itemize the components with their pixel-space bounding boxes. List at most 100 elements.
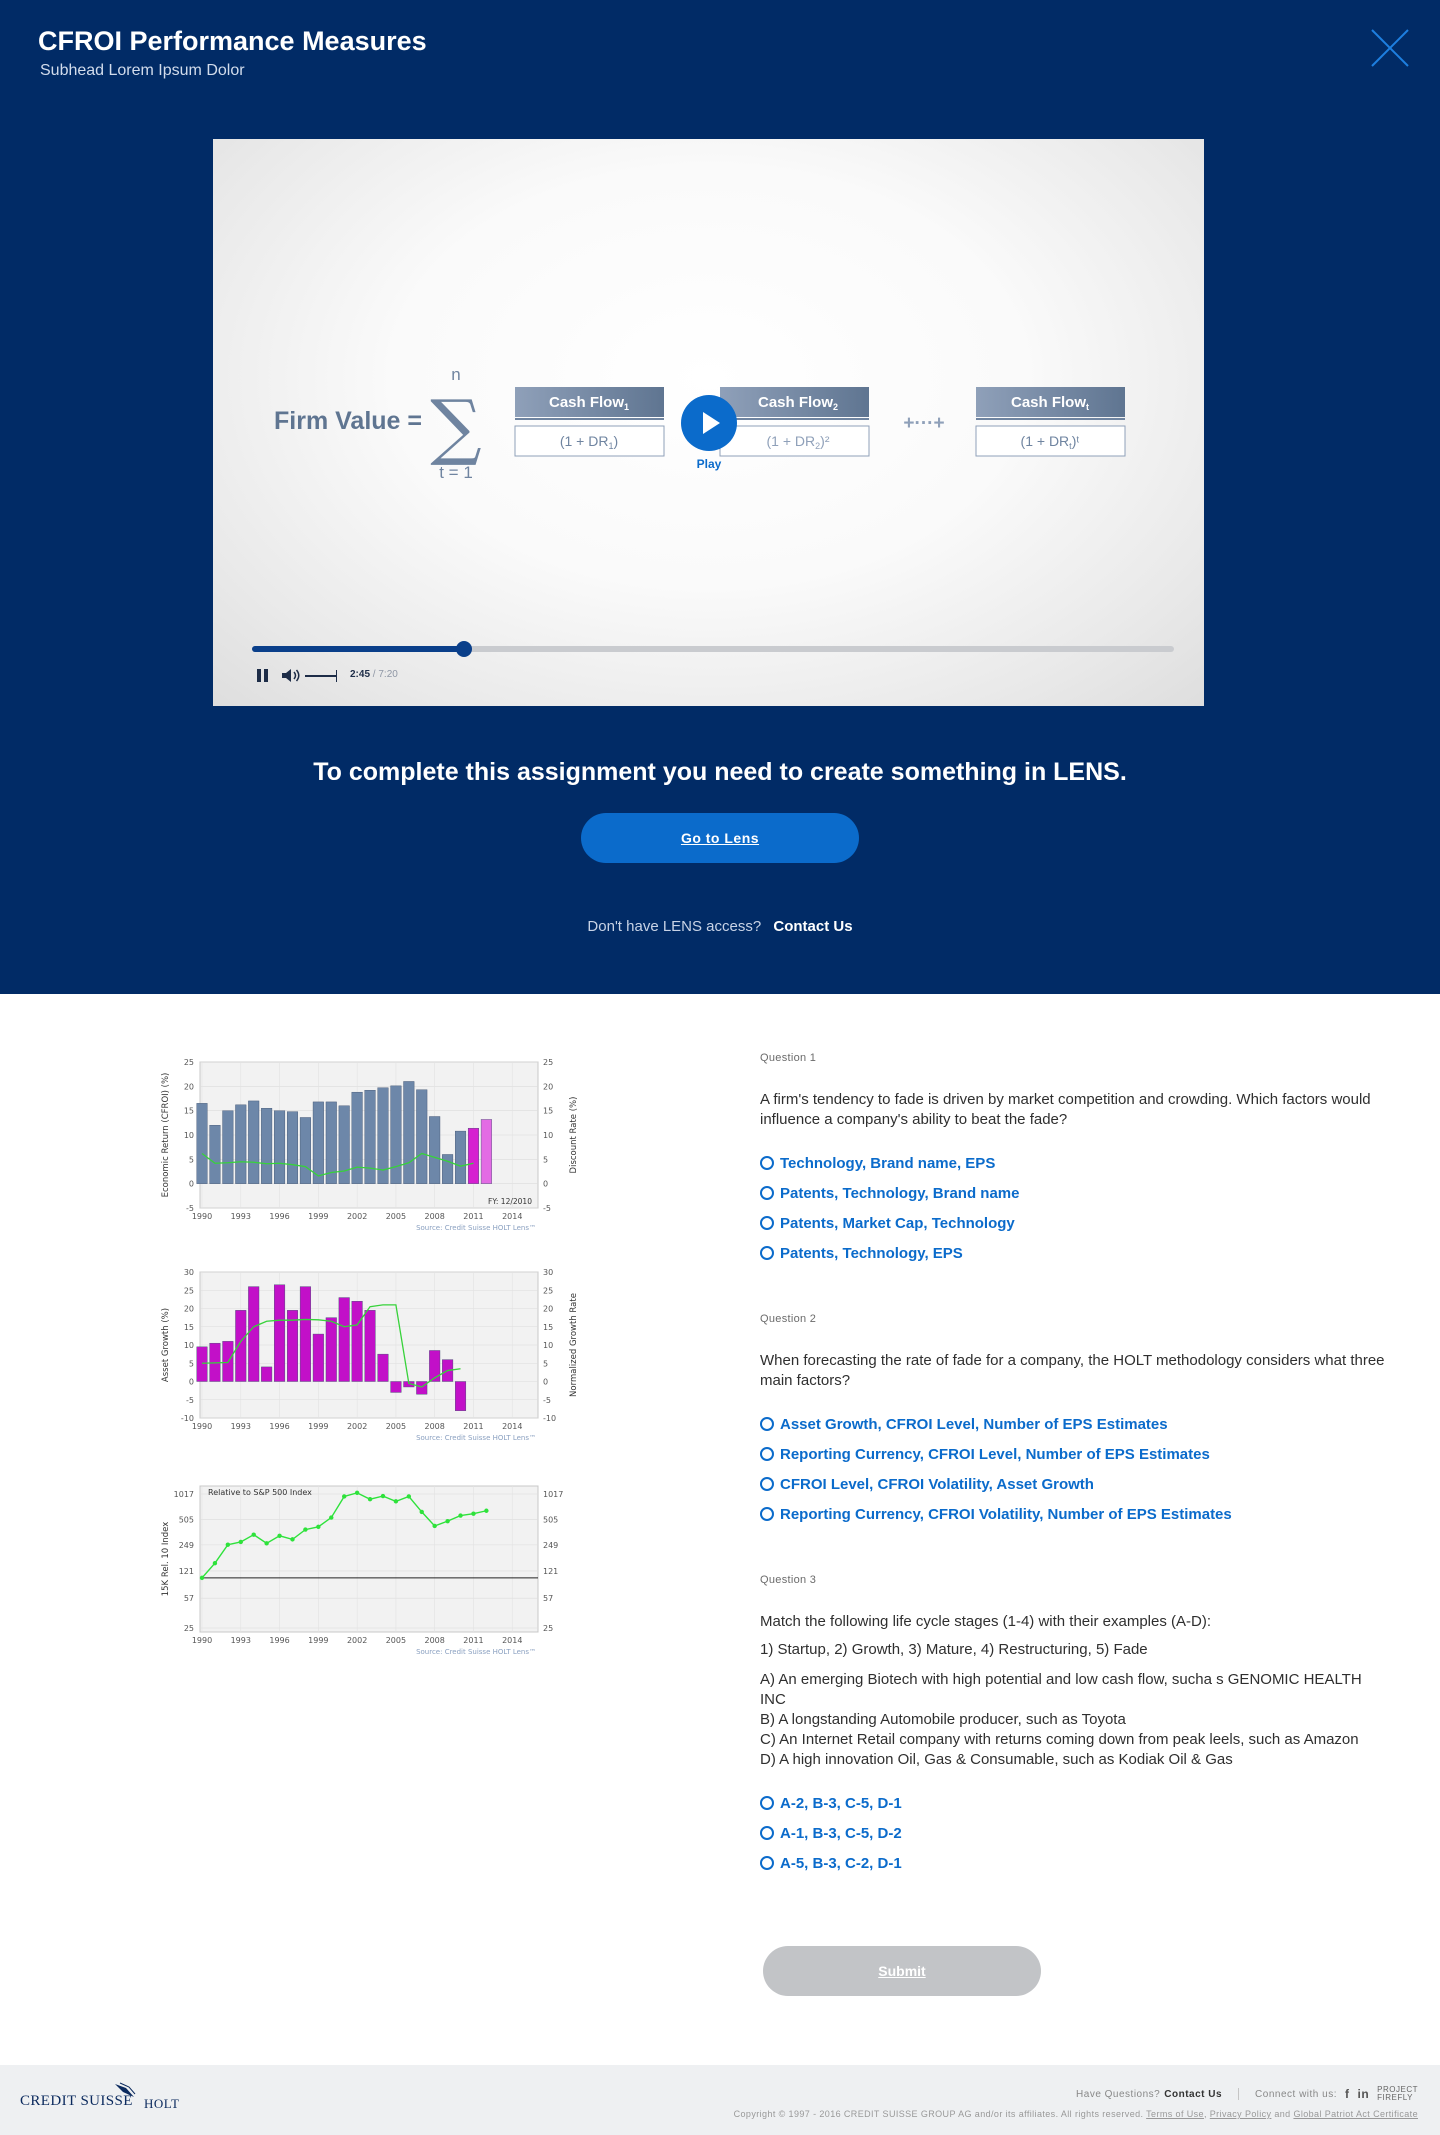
y-axis-label: 15K Rel. 10 Index [161,1522,171,1597]
y-tick-label: 10 [184,1341,194,1350]
progress-thumb[interactable] [456,641,473,657]
y2-tick-label: 15 [543,1323,553,1332]
bar [390,1381,402,1393]
bar [351,1301,363,1382]
submit-button[interactable]: Submit [763,1946,1041,1996]
cfroi-chart: 25 2520 2015 1510 105 50 0-5 -51990 1993 1996 1999… [161,1058,579,1232]
question-text: Match the following life cycle stages (1… [760,1612,1390,1770]
term3-numerator: Cash Flowt [1011,394,1089,412]
answer-option[interactable]: A-1, B-3, C-5, D-2 [760,1818,1390,1848]
radio-icon[interactable] [760,1856,774,1870]
y2-tick-label: 0 [543,1180,548,1189]
data-point [432,1523,437,1529]
question-2: Question 2 When forecasting the rate of … [760,1313,1390,1529]
question-3: Question 3 Match the following life cycl… [760,1574,1390,1878]
footer-divider [1238,2088,1240,2100]
x-tick-label: 1999 [308,1422,328,1431]
bar [403,1081,415,1184]
data-point [341,1494,347,1499]
question-label: Question 3 [760,1574,817,1586]
facebook-icon[interactable]: f [1345,2087,1350,2101]
video-progress-bar[interactable] [252,641,1174,657]
example-c: C) An Internet Retail company with retur… [760,1731,1359,1748]
x-tick-label: 2005 [386,1212,406,1221]
terms-link[interactable]: Terms of Use [1146,2109,1204,2119]
answer-option[interactable]: Technology, Brand name, EPS [760,1148,1390,1178]
answer-option[interactable]: Patents, Market Cap, Technology [760,1208,1390,1238]
y2-tick-label: 0 [543,1378,548,1387]
radio-icon[interactable] [760,1156,774,1170]
radio-icon[interactable] [760,1826,774,1840]
answer-option[interactable]: Reporting Currency, CFROI Volatility, Nu… [760,1499,1390,1529]
y-tick-label: 15 [184,1107,194,1116]
answer-option[interactable]: Patents, Technology, Brand name [760,1178,1390,1208]
close-icon[interactable] [1368,26,1412,70]
bar [416,1089,428,1184]
radio-icon[interactable] [760,1447,774,1461]
x-tick-label: 2011 [463,1422,483,1431]
page-subtitle: Subhead Lorem Ipsum Dolor [40,62,245,79]
data-point [290,1537,295,1542]
relative-index-chart: 1017 1017 505 505 249 249 121 121 57 57 25 25 1990 19… [161,1485,563,1656]
x-tick-label: 2014 [502,1212,522,1221]
y2-tick-label: 1017 [543,1490,563,1499]
y-tick-label: 20 [184,1305,194,1314]
patriot-act-link[interactable]: Global Patriot Act Certificate [1293,2109,1418,2119]
play-label: Play [696,457,722,471]
bar [429,1116,441,1184]
footer-links: Have Questions? Contact Us Connect with … [1076,2086,1418,2102]
video-player[interactable]: Firm Value = n ∑ t = 1 Cash Flow1 (1 + D… [213,139,1204,706]
project-firefly-logo[interactable]: PROJECT FIREFLY [1377,2086,1418,2102]
y2-tick-label: 20 [543,1082,553,1091]
contact-us-link[interactable]: Contact Us [773,918,852,935]
y2-tick-label: 25 [543,1058,553,1067]
credit-suisse-logo[interactable]: CREDIT SUISSE [20,2093,133,2110]
chart-title: Relative to S&P 500 Index [208,1488,312,1497]
x-tick-label: 1999 [308,1636,328,1645]
y2-tick-label: 57 [543,1594,553,1603]
privacy-link[interactable]: Privacy Policy [1210,2109,1272,2119]
radio-icon[interactable] [760,1507,774,1521]
sum-upper: n [451,365,460,384]
data-point [264,1541,269,1546]
y-axis-label: Economic Return (CFROI) (%) [161,1073,171,1198]
volume-icon[interactable] [281,668,301,683]
answer-option[interactable]: CFROI Level, CFROI Volatility, Asset Gro… [760,1469,1390,1499]
y2-tick-label: 249 [543,1541,558,1550]
play-button[interactable] [681,395,737,451]
radio-icon[interactable] [760,1186,774,1200]
answer-option[interactable]: Patents, Technology, EPS [760,1238,1390,1268]
pause-icon[interactable] [257,669,269,682]
bar [209,1125,221,1184]
bar [196,1346,208,1382]
radio-icon[interactable] [760,1477,774,1491]
x-tick-label: 2005 [386,1636,406,1645]
radio-icon[interactable] [760,1216,774,1230]
questions-prompt: Have Questions? [1076,2088,1161,2100]
y-tick-label: 15 [184,1323,194,1332]
answer-option[interactable]: A-5, B-3, C-2, D-1 [760,1848,1390,1878]
y-tick-label: 0 [189,1180,194,1189]
data-point [471,1511,476,1516]
data-point [316,1524,321,1530]
y2-tick-label: 5 [543,1155,548,1164]
linkedin-icon[interactable]: in [1357,2087,1369,2101]
bar [261,1108,273,1184]
radio-icon[interactable] [760,1796,774,1810]
x-tick-label: 1990 [192,1422,212,1431]
x-tick-label: 2002 [347,1636,367,1645]
volume-slider[interactable] [305,670,337,682]
go-to-lens-button[interactable]: Go to Lens [581,813,859,863]
answer-option[interactable]: Reporting Currency, CFROI Level, Number … [760,1439,1390,1469]
radio-icon[interactable] [760,1417,774,1431]
term2-numerator: Cash Flow2 [758,394,838,412]
answer-option[interactable]: A-2, B-3, C-5, D-1 [760,1788,1390,1818]
bar [442,1154,454,1184]
y2-tick-label: -5 [543,1204,551,1213]
footer-contact-link[interactable]: Contact Us [1164,2089,1222,2100]
answer-option[interactable]: Asset Growth, CFROI Level, Number of EPS… [760,1409,1390,1439]
radio-icon[interactable] [760,1246,774,1260]
y-axis-label: Asset Growth (%) [161,1308,171,1382]
bar [377,1353,389,1382]
y2-tick-label: 25 [543,1286,553,1295]
